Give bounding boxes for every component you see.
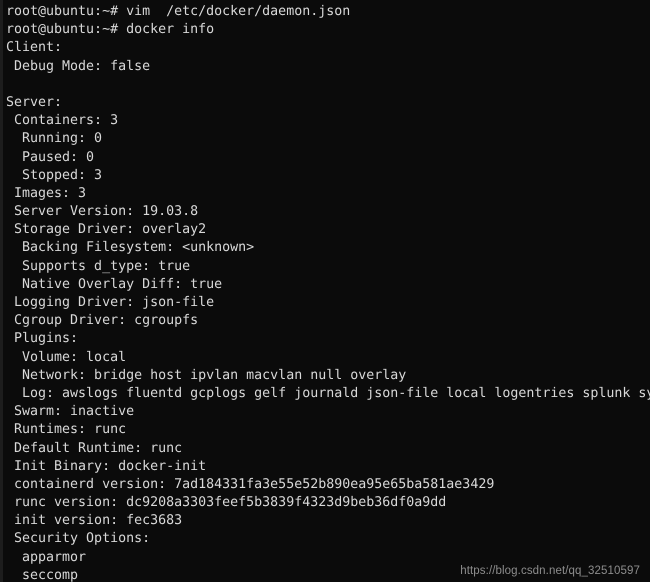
terminal-line: containerd version: 7ad184331fa3e55e52b8… — [6, 476, 495, 492]
terminal-line: root@ubuntu:~# vim /etc/docker/daemon.js… — [6, 4, 351, 19]
terminal-line: Init Binary: docker-init — [6, 458, 207, 474]
terminal-line: Server Version: 19.03.8 — [6, 204, 199, 220]
terminal-line: Volume: local — [6, 349, 127, 365]
terminal-line: Plugins: — [6, 331, 79, 347]
terminal-line: Debug Mode: false — [6, 58, 151, 74]
terminal-line: Network: bridge host ipvlan macvlan null… — [6, 367, 407, 383]
terminal-window[interactable]: root@ubuntu:~# vim /etc/docker/daemon.js… — [0, 0, 650, 582]
terminal-line: Client: — [6, 40, 63, 56]
terminal-line: Log: awslogs fluentd gcplogs gelf journa… — [6, 385, 650, 401]
terminal-line: Default Runtime: runc — [6, 440, 183, 456]
terminal-line: Backing Filesystem: <unknown> — [6, 240, 255, 256]
terminal-line: Running: 0 — [6, 131, 103, 147]
terminal-line: init version: fec3683 — [6, 513, 183, 529]
terminal-output-area[interactable]: root@ubuntu:~# vim /etc/docker/daemon.js… — [0, 0, 650, 582]
terminal-line: root@ubuntu:~# docker info — [6, 22, 215, 38]
terminal-line: runc version: dc9208a3303feef5b3839f4323… — [6, 495, 447, 511]
terminal-line: Supports d_type: true — [6, 258, 191, 274]
terminal-line: Runtimes: runc — [6, 422, 127, 438]
terminal-line: Cgroup Driver: cgroupfs — [6, 313, 199, 329]
terminal-line: Logging Driver: json-file — [6, 295, 215, 310]
terminal-line: Server: — [6, 94, 63, 110]
terminal-line: Stopped: 3 — [6, 167, 103, 183]
watermark-text: https://blog.csdn.net/qq_32510597 — [460, 565, 640, 577]
terminal-line: Images: 3 — [6, 185, 87, 201]
terminal-line: Paused: 0 — [6, 149, 95, 165]
terminal-line: Security Options: — [6, 531, 151, 547]
terminal-line: Containers: 3 — [6, 113, 119, 129]
terminal-line: Native Overlay Diff: true — [6, 276, 223, 292]
terminal-line: Storage Driver: overlay2 — [6, 222, 207, 238]
terminal-line: Swarm: inactive — [6, 404, 135, 420]
